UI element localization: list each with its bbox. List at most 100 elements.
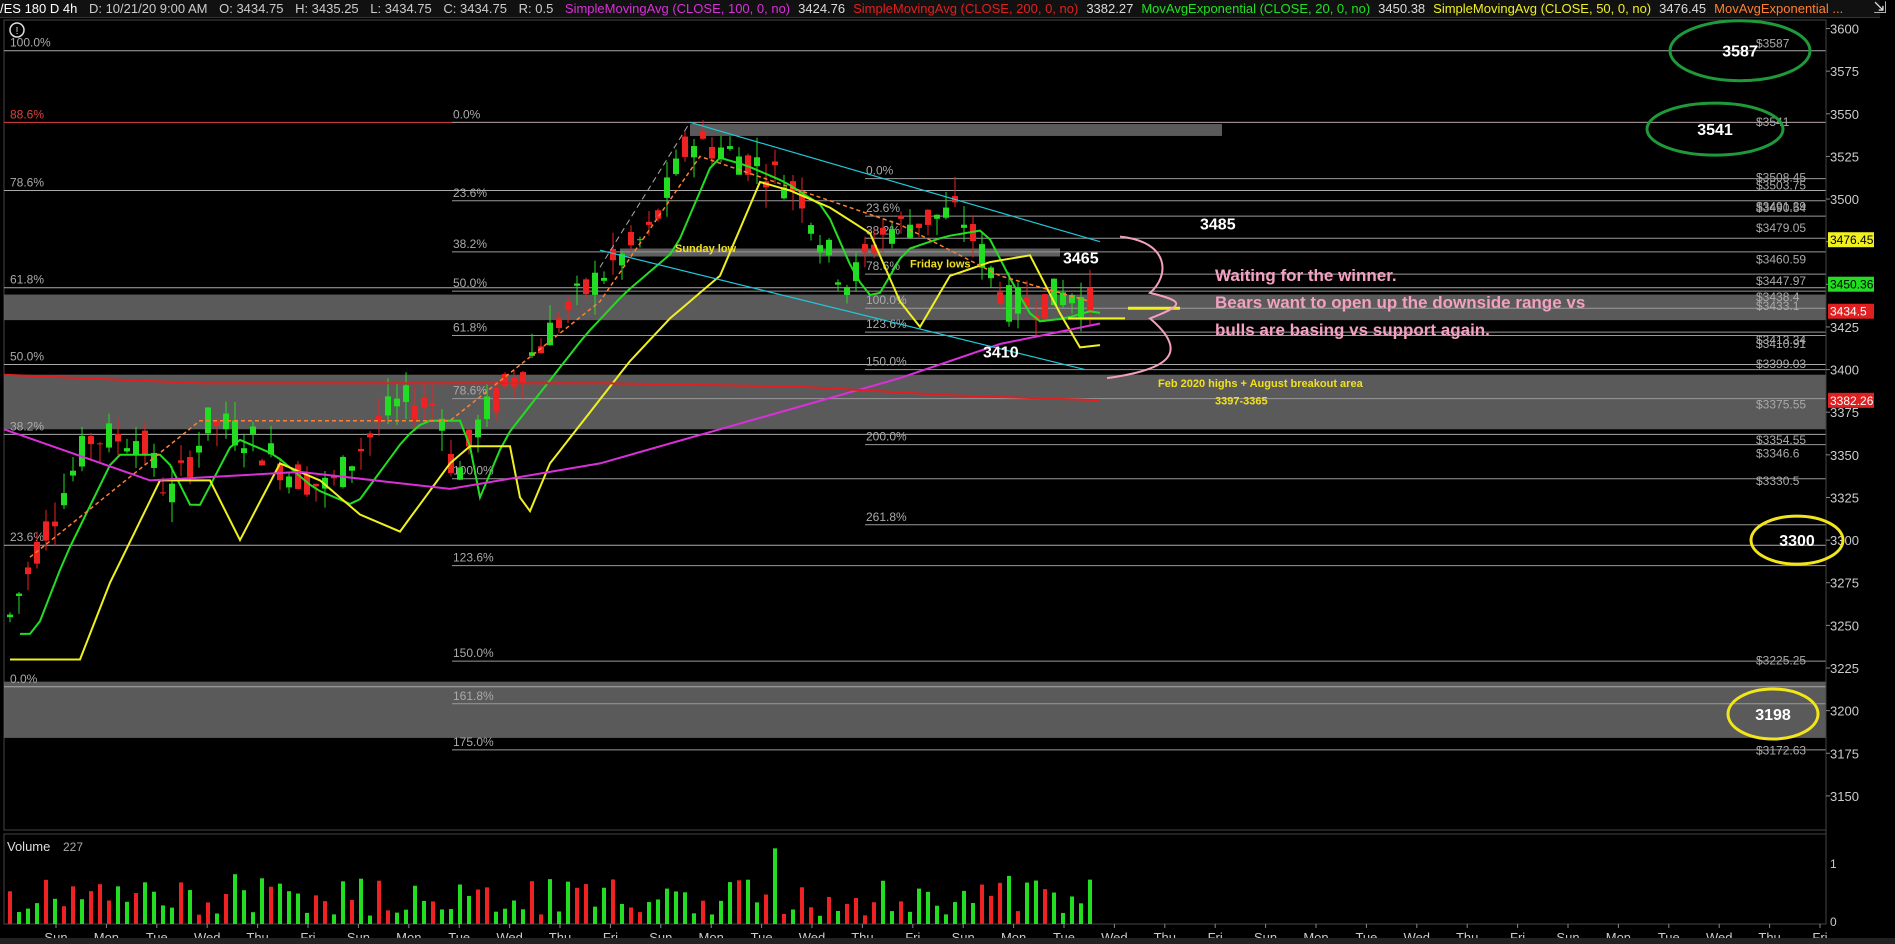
study-label[interactable]: SimpleMovingAvg (CLOSE, 50, 0, no) [1433, 1, 1651, 16]
x-tick-label: Mon [1001, 930, 1026, 938]
fib-label-left: 38.2% [10, 419, 44, 433]
volume-bar [242, 890, 246, 924]
candle-body [430, 403, 436, 406]
study-value: 3450.38 [1378, 1, 1426, 16]
candle-body [862, 244, 868, 253]
price-level-label: $3172.63 [1756, 743, 1806, 757]
candle-body [637, 239, 643, 241]
fib-label-mid: 78.6% [453, 384, 487, 398]
volume-bar [188, 890, 192, 924]
y-tick-label: 3200 [1830, 704, 1859, 719]
candle-body [727, 146, 733, 149]
candle-body [880, 227, 886, 235]
volume-bar [566, 881, 570, 924]
candle-body [313, 483, 319, 487]
volume-bar [539, 914, 543, 924]
candle-body [250, 426, 256, 435]
scrollbar[interactable] [0, 938, 1895, 944]
fib-label-left: 0.0% [10, 672, 38, 686]
volume-bar [656, 899, 660, 924]
volume-bar [197, 914, 201, 924]
study-label[interactable]: MovAvgExponential ... [1714, 1, 1843, 16]
candle-body [556, 318, 562, 328]
candle-body [574, 283, 580, 286]
study-label[interactable]: MovAvgExponential (CLOSE, 20, 0, no) [1141, 1, 1370, 16]
x-tick-label: Sun [649, 930, 672, 938]
candle-body [709, 147, 715, 159]
price-level-label: $3399.03 [1756, 357, 1806, 371]
volume-bar [89, 891, 93, 924]
annotation-sunday-low: Sunday low [675, 243, 737, 255]
volume-bar [602, 887, 606, 924]
fib-label-mid: 0.0% [453, 107, 481, 121]
fib-label-left: 50.0% [10, 349, 44, 363]
volume-bar [683, 892, 687, 924]
volume-bar [494, 911, 498, 924]
volume-bar [134, 893, 138, 924]
price-level-label: $3225.25 [1756, 654, 1806, 668]
x-tick-label: Sun [44, 930, 67, 938]
volume-bar [467, 895, 471, 924]
volume-bar [773, 848, 777, 924]
candle-body [178, 460, 184, 463]
candle-body [70, 470, 76, 476]
candle-body [358, 448, 364, 452]
volume-bar [8, 891, 12, 924]
x-tick-label: Tue [1053, 930, 1075, 938]
x-tick-label: Tue [146, 930, 168, 938]
support-zone [690, 124, 1222, 136]
price-marker: 3382.26 [1830, 394, 1874, 408]
symbol-label[interactable]: /ES 180 D 4h [0, 1, 77, 16]
volume-bar [296, 893, 300, 924]
volume-bar [971, 903, 975, 924]
candle-body [385, 396, 391, 416]
volume-bar [440, 909, 444, 924]
candle-body [754, 157, 760, 167]
price-level-label: $3354.55 [1756, 433, 1806, 447]
candle-body [196, 445, 202, 453]
y-tick-label: 3175 [1830, 746, 1859, 761]
volume-bar [908, 911, 912, 924]
volume-bar [233, 874, 237, 924]
x-tick-label: Tue [751, 930, 773, 938]
volume-bar [872, 902, 876, 924]
volume-bar [332, 914, 336, 924]
volume-bar [1070, 896, 1074, 924]
candle-body [187, 457, 193, 477]
x-tick-label: Fri [905, 930, 920, 938]
collapse-icon[interactable]: ⇲ [1871, 0, 1889, 17]
volume-bar [1088, 879, 1092, 924]
fib-label-right: 150.0% [866, 355, 907, 369]
volume-bar [431, 901, 435, 924]
volume-bar [944, 914, 948, 924]
fib-label-left: 88.6% [10, 107, 44, 121]
volume-bar [71, 886, 75, 924]
candle-body [106, 423, 112, 448]
study-label[interactable]: SimpleMovingAvg (CLOSE, 100, 0, no) [565, 1, 790, 16]
candle-body [394, 398, 400, 407]
price-level-label: $3330.5 [1756, 474, 1800, 488]
volume-panel [3, 833, 1827, 925]
volume-bar [692, 913, 696, 924]
candle-body [286, 476, 292, 488]
support-zone [4, 681, 1826, 738]
x-tick-label: Fri [1510, 930, 1525, 938]
low-label: L: 3434.75 [370, 1, 432, 16]
y-tick-label: 3600 [1830, 22, 1859, 37]
x-tick-label: Wed [194, 930, 221, 938]
volume-bar [377, 880, 381, 924]
y-tick-label: 3525 [1830, 149, 1859, 164]
volume-bar [341, 881, 345, 924]
candle-body [133, 441, 139, 455]
volume-bar [737, 880, 741, 924]
y-tick-label: 3425 [1830, 320, 1859, 335]
volume-bar [422, 900, 426, 924]
candle-body [241, 448, 247, 454]
volume-bar [575, 887, 579, 924]
study-label[interactable]: SimpleMovingAvg (CLOSE, 200, 0, no) [853, 1, 1078, 16]
y-tick-label: 3400 [1830, 363, 1859, 378]
volume-bar [1043, 889, 1047, 924]
x-tick-label: Wed [1101, 930, 1128, 938]
price-chart[interactable]: 100.0%88.6%78.6%61.8%50.0%38.2%23.6%0.0%… [0, 18, 1895, 938]
volume-bar [314, 895, 318, 924]
